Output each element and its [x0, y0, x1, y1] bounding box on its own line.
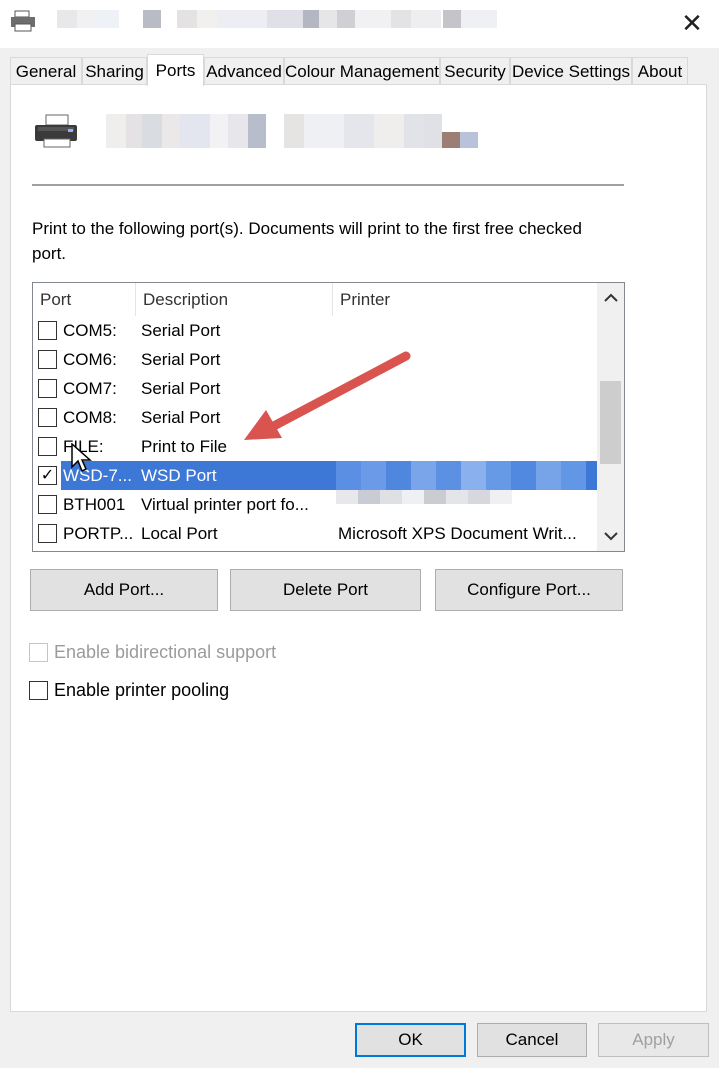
port-list[interactable]: Port Description Printer COM5: Serial Por…: [32, 282, 625, 552]
port-checkbox[interactable]: [38, 379, 57, 398]
tab-about[interactable]: About: [632, 57, 688, 85]
port-checkbox[interactable]: [38, 350, 57, 369]
port-row[interactable]: COM6: Serial Port: [33, 345, 596, 374]
redacted-printer-pixel: [561, 461, 586, 490]
cancel-button[interactable]: Cancel: [477, 1023, 587, 1057]
printer-icon: [11, 10, 35, 32]
redacted-printer-pixel: [424, 490, 446, 504]
redacted-printer-pixel: [436, 461, 461, 490]
port-row[interactable]: PORTP... Local Port Microsoft XPS Document…: [33, 519, 596, 548]
redacted-printer-pixel: [490, 490, 512, 504]
printer-cell: Microsoft XPS Document Writ...: [338, 524, 577, 543]
mouse-cursor-icon: [71, 443, 92, 473]
printer-cell: [338, 403, 594, 432]
description-cell: Virtual printer port fo...: [141, 495, 309, 514]
description-cell: Serial Port: [141, 350, 221, 369]
port-row[interactable]: BTH001 Virtual printer port fo...: [33, 490, 596, 519]
delete-port-button[interactable]: Delete Port: [230, 569, 421, 611]
scroll-thumb[interactable]: [600, 381, 621, 464]
port-cell: COM8:: [63, 408, 117, 427]
port-cell: COM7:: [63, 379, 117, 398]
redacted-printer-pixel: [511, 461, 536, 490]
tab-ports[interactable]: Ports: [147, 54, 204, 86]
scroll-up-button[interactable]: [597, 283, 624, 313]
column-header-port[interactable]: Port: [33, 283, 136, 316]
printer-pooling-checkbox[interactable]: Enable printer pooling: [29, 680, 229, 701]
port-checkbox[interactable]: [38, 437, 57, 456]
checkbox-box[interactable]: [29, 643, 48, 662]
add-port-button[interactable]: Add Port...: [30, 569, 218, 611]
redacted-printer-pixel: [358, 490, 380, 504]
configure-port-button[interactable]: Configure Port...: [435, 569, 623, 611]
tab-device-settings[interactable]: Device Settings: [510, 57, 632, 85]
redacted-printer-pixel: [468, 490, 490, 504]
port-cell: PORTP...: [63, 524, 134, 543]
redacted-printer-pixel: [402, 490, 424, 504]
ok-button[interactable]: OK: [355, 1023, 466, 1057]
redacted-printer-pixel: [461, 461, 486, 490]
description-cell: Serial Port: [141, 321, 221, 340]
port-checkbox[interactable]: [38, 495, 57, 514]
description-cell: Local Port: [141, 524, 218, 543]
bidirectional-support-checkbox[interactable]: Enable bidirectional support: [29, 642, 276, 663]
printer-cell: [338, 316, 594, 345]
instructions-text: Print to the following port(s). Document…: [32, 219, 582, 263]
port-cell: BTH001: [63, 495, 126, 514]
port-checkbox[interactable]: [38, 321, 57, 340]
tab-general[interactable]: General: [10, 57, 82, 85]
vertical-scrollbar[interactable]: [597, 283, 624, 551]
redacted-printer-pixel: [536, 461, 561, 490]
redacted-printer-pixel: [386, 461, 411, 490]
redacted-printer-pixel: [336, 490, 358, 504]
printer-pooling-label: Enable printer pooling: [54, 680, 230, 700]
printer-cell: [338, 345, 594, 374]
redacted-printer-pixel: [361, 461, 386, 490]
port-cell: COM6:: [63, 350, 117, 369]
close-icon: ✕: [681, 7, 703, 38]
port-row[interactable]: COM8: Serial Port: [33, 403, 596, 432]
chevron-down-icon: [603, 532, 618, 541]
description-cell: WSD Port: [141, 466, 217, 485]
redacted-printer-pixel: [411, 461, 436, 490]
port-checkbox[interactable]: [38, 524, 57, 543]
tab-strip: General Sharing Ports Advanced Colour Ma…: [10, 54, 710, 86]
description-cell: Print to File: [141, 437, 227, 456]
port-row[interactable]: COM5: Serial Port: [33, 316, 596, 345]
port-cell: COM5:: [63, 321, 117, 340]
redacted-printer-pixel: [380, 490, 402, 504]
close-button[interactable]: ✕: [670, 6, 714, 40]
column-header-printer[interactable]: Printer: [333, 283, 597, 316]
column-header-description[interactable]: Description: [136, 283, 333, 316]
description-cell: Serial Port: [141, 408, 221, 427]
redacted-printer-pixel: [486, 461, 511, 490]
port-checkbox[interactable]: [38, 408, 57, 427]
printer-cell: [338, 432, 594, 461]
scroll-down-button[interactable]: [597, 521, 624, 551]
separator: [32, 184, 624, 186]
redacted-printer-pixel: [336, 461, 361, 490]
title-bar: ✕: [0, 0, 719, 48]
tab-advanced[interactable]: Advanced: [204, 57, 284, 85]
bidirectional-support-label: Enable bidirectional support: [54, 642, 277, 662]
printer-icon: [35, 114, 77, 148]
port-row[interactable]: FILE: Print to File: [33, 432, 596, 461]
checkbox-box[interactable]: [29, 681, 48, 700]
chevron-up-icon: [603, 293, 618, 302]
tab-security[interactable]: Security: [440, 57, 510, 85]
redacted-printer-pixel: [446, 490, 468, 504]
tab-sharing[interactable]: Sharing: [82, 57, 147, 85]
port-checkbox[interactable]: ✓: [38, 466, 57, 485]
description-cell: Serial Port: [141, 379, 221, 398]
apply-button[interactable]: Apply: [598, 1023, 709, 1057]
port-row[interactable]: ✓ WSD-7... WSD Port: [33, 461, 597, 490]
tab-colour-management[interactable]: Colour Management: [284, 57, 440, 85]
printer-cell: [338, 374, 594, 403]
port-row[interactable]: COM7: Serial Port: [33, 374, 596, 403]
